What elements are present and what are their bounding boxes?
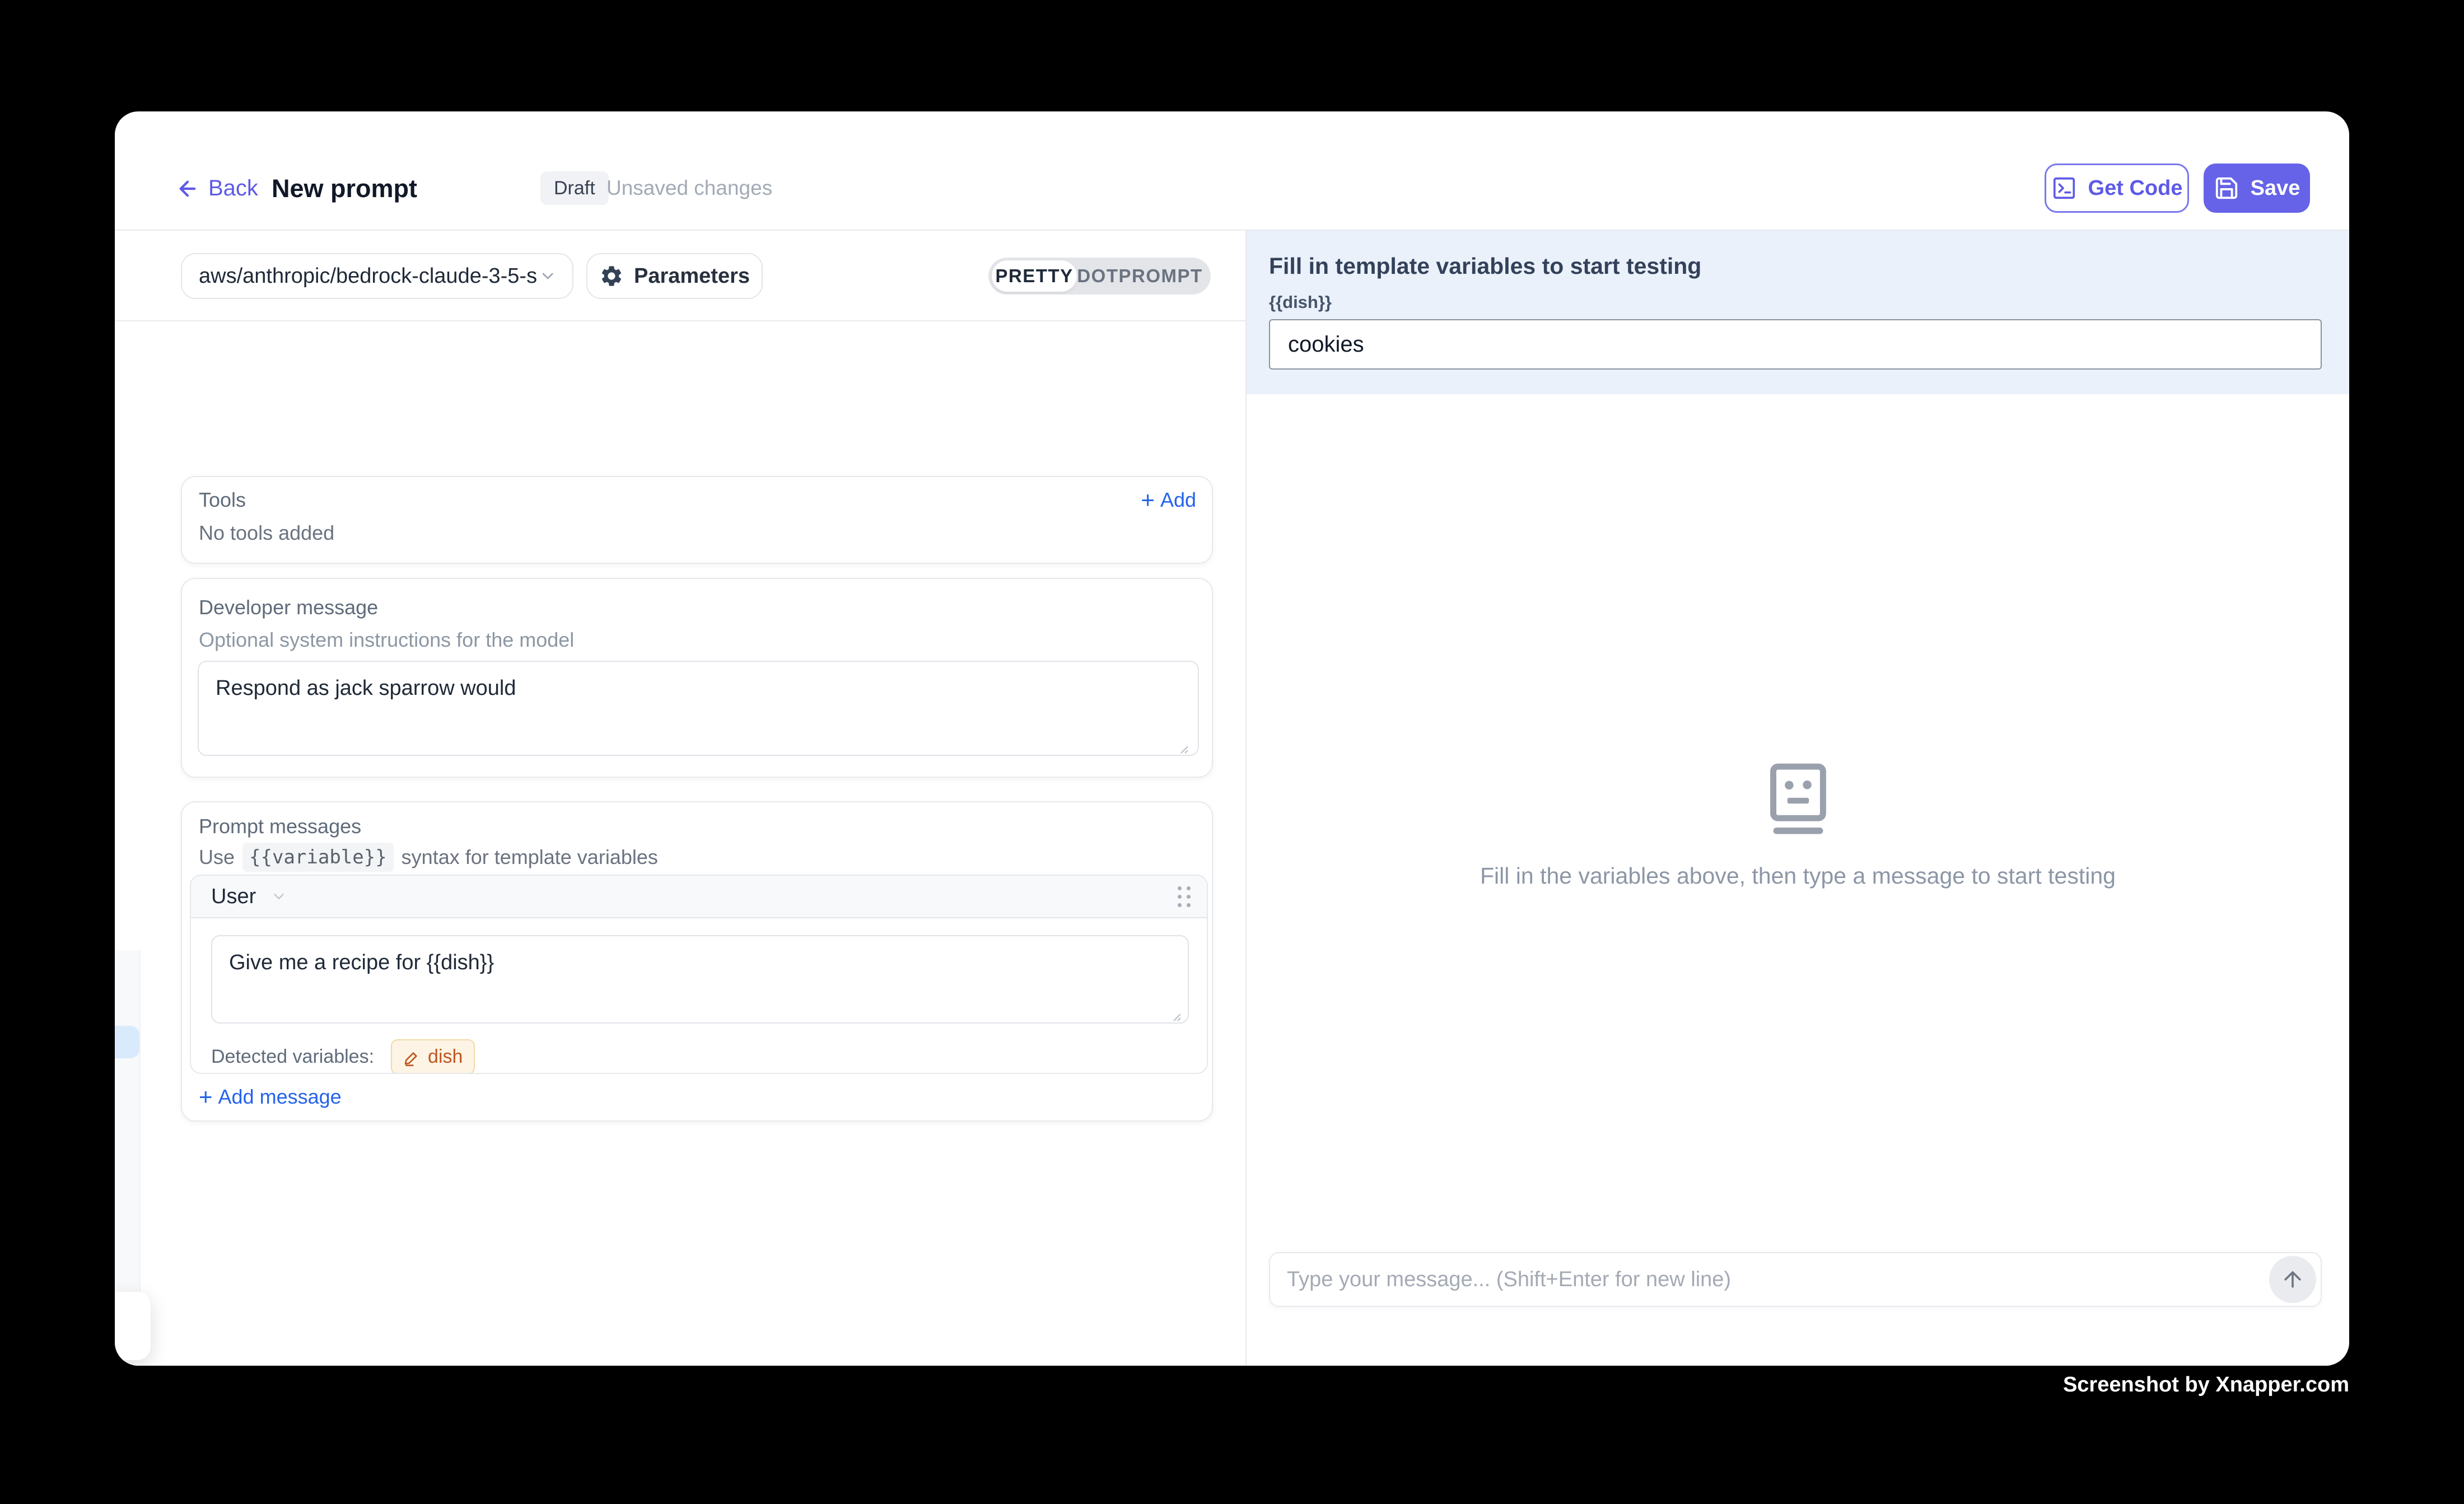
- role-select[interactable]: User: [211, 885, 287, 909]
- variable-syntax-hint: Use {{variable}} syntax for template var…: [199, 843, 658, 872]
- back-label: Back: [208, 176, 258, 201]
- toggle-pretty[interactable]: PRETTY: [992, 260, 1077, 292]
- add-tool-button[interactable]: + Add: [1141, 488, 1196, 512]
- hint-post: syntax for template variables: [402, 846, 658, 869]
- test-panel: Fill in template variables to start test…: [1245, 231, 2349, 1366]
- variable-dish-label: {{dish}}: [1269, 292, 1332, 312]
- save-label: Save: [2251, 176, 2300, 200]
- model-select[interactable]: aws/anthropic/bedrock-claude-3-5-s...: [181, 253, 573, 299]
- prompt-messages-title: Prompt messages: [199, 815, 361, 838]
- message-header: User: [191, 876, 1207, 918]
- developer-message-title: Developer message: [199, 596, 378, 619]
- watermark-text: Screenshot by Xnapper.com: [2063, 1373, 2349, 1397]
- left-drawer-strip: [115, 950, 141, 1292]
- get-code-label: Get Code: [2088, 176, 2183, 200]
- chat-empty-text: Fill in the variables above, then type a…: [1247, 863, 2349, 889]
- page-title: New prompt: [272, 164, 417, 213]
- message-block: User Give me a recipe for {{dish}} Detec…: [190, 875, 1208, 1074]
- format-toggle: PRETTY DOTPROMPT: [988, 258, 1211, 295]
- plus-icon: +: [1141, 488, 1155, 512]
- prompt-editor-panel: aws/anthropic/bedrock-claude-3-5-s... Pa…: [115, 231, 1245, 1366]
- chevron-down-icon: [539, 267, 557, 286]
- drag-handle[interactable]: [1178, 886, 1191, 907]
- model-select-value: aws/anthropic/bedrock-claude-3-5-s...: [199, 264, 539, 288]
- developer-message-subtitle: Optional system instructions for the mod…: [199, 628, 574, 652]
- left-drawer-card: [115, 1292, 151, 1360]
- parameters-button[interactable]: Parameters: [586, 253, 763, 299]
- developer-message-card: Developer message Optional system instru…: [181, 578, 1213, 778]
- detected-variables-row: Detected variables: dish: [211, 1039, 475, 1074]
- tools-card: Tools + Add No tools added: [181, 476, 1213, 564]
- arrow-up-icon: [2280, 1267, 2305, 1292]
- arrow-left-icon: [176, 177, 199, 200]
- send-button[interactable]: [2269, 1256, 2316, 1303]
- user-message-textarea[interactable]: Give me a recipe for {{dish}}: [211, 935, 1189, 1024]
- save-button[interactable]: Save: [2204, 164, 2310, 213]
- unsaved-changes-text: Unsaved changes: [606, 171, 772, 205]
- chat-message-input[interactable]: [1270, 1268, 2269, 1292]
- header: Back New prompt Draft Unsaved changes Ge…: [115, 111, 2349, 230]
- developer-message-textarea[interactable]: Respond as jack sparrow would: [198, 661, 1199, 756]
- tools-title: Tools: [199, 488, 246, 512]
- chat-empty-state: Fill in the variables above, then type a…: [1247, 763, 2349, 889]
- variable-chip-label: dish: [428, 1046, 463, 1068]
- parameters-label: Parameters: [634, 264, 750, 288]
- chevron-down-icon: [270, 888, 287, 905]
- hint-code: {{variable}}: [242, 843, 394, 872]
- gear-icon: [599, 264, 624, 288]
- add-message-label: Add message: [218, 1085, 342, 1109]
- role-select-value: User: [211, 885, 256, 909]
- template-variables-section: Fill in template variables to start test…: [1247, 231, 2349, 394]
- get-code-button[interactable]: Get Code: [2045, 164, 2189, 213]
- hint-pre: Use: [199, 846, 235, 869]
- add-tool-label: Add: [1160, 488, 1196, 512]
- terminal-icon: [2051, 175, 2077, 201]
- template-variables-title: Fill in template variables to start test…: [1269, 253, 1701, 279]
- chat-input-bar: [1269, 1252, 2322, 1307]
- plus-icon: +: [199, 1085, 213, 1109]
- variable-dish-input[interactable]: [1269, 319, 2322, 370]
- left-drawer-active-item[interactable]: [115, 1026, 139, 1058]
- prompt-messages-card: Prompt messages Use {{variable}} syntax …: [181, 801, 1213, 1122]
- variable-chip-dish[interactable]: dish: [391, 1039, 475, 1074]
- robot-face-icon: [1767, 763, 1829, 839]
- back-button[interactable]: Back: [176, 164, 258, 213]
- app-window: Back New prompt Draft Unsaved changes Ge…: [115, 111, 2349, 1366]
- save-icon: [2214, 175, 2239, 201]
- toolbar-divider: [115, 320, 1245, 321]
- pencil-icon: [403, 1048, 421, 1066]
- detected-variables-label: Detected variables:: [211, 1046, 374, 1068]
- toggle-dotprompt[interactable]: DOTPROMPT: [1077, 260, 1203, 292]
- status-badge: Draft: [540, 171, 609, 205]
- tools-empty-text: No tools added: [199, 521, 334, 545]
- add-message-button[interactable]: + Add message: [199, 1085, 342, 1109]
